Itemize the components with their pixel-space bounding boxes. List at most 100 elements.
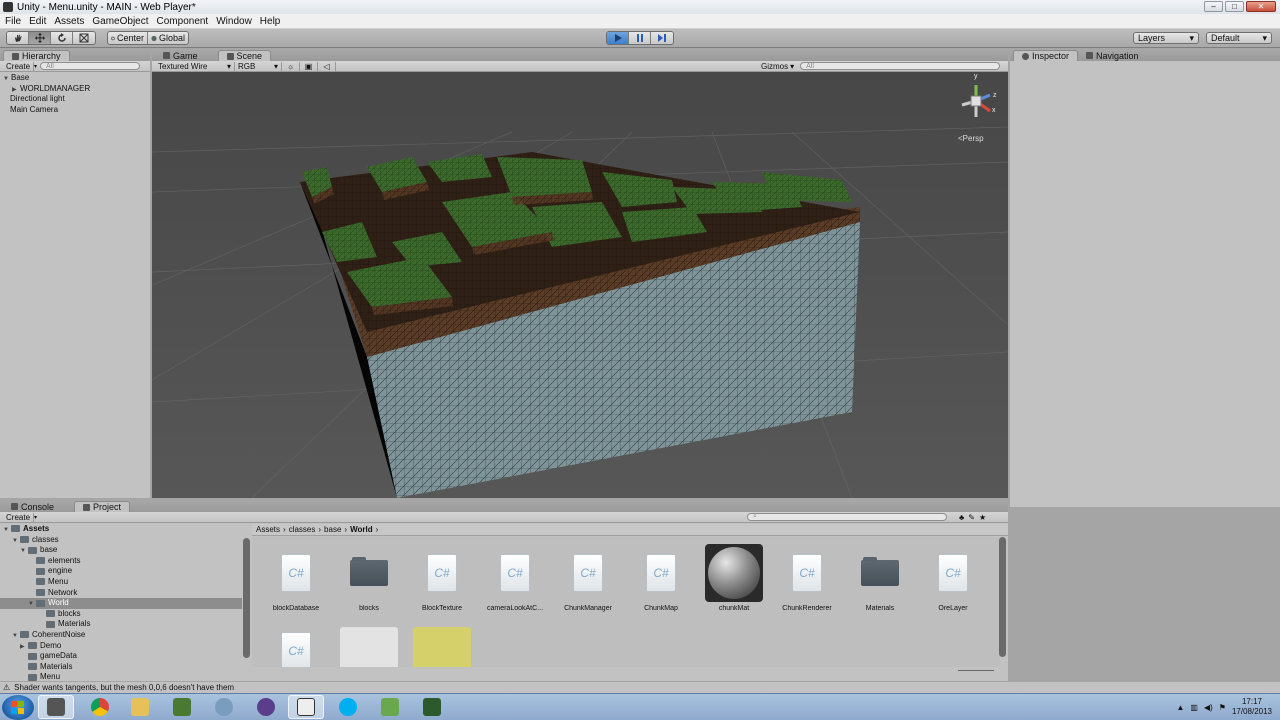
tree-item-materials-root[interactable]: Materials — [0, 662, 242, 673]
asset-item[interactable]: blocks — [332, 543, 406, 615]
filter-type-icon[interactable]: ♣ — [959, 513, 964, 522]
menu-file[interactable]: File — [5, 16, 21, 27]
hierarchy-item[interactable]: Main Camera — [0, 105, 150, 116]
asset-item[interactable]: C# ChunkMap — [624, 543, 698, 615]
menu-assets[interactable]: Assets — [54, 16, 84, 27]
breadcrumb-current[interactable]: World — [350, 525, 373, 534]
tree-item-coherentnoise[interactable]: ▼ CoherentNoise — [0, 630, 242, 641]
breadcrumb-item[interactable]: classes — [289, 525, 316, 534]
tree-item-blocks[interactable]: blocks — [0, 609, 242, 620]
asset-item[interactable]: Materials — [843, 543, 917, 615]
tree-item-engine[interactable]: engine — [0, 566, 242, 577]
hierarchy-item[interactable]: ▼ Base — [0, 73, 150, 84]
channel-dropdown[interactable]: RGB ▾ — [235, 61, 282, 71]
asset-item[interactable]: C# blockDatabase — [259, 543, 333, 615]
expand-arrow-icon[interactable]: ▼ — [28, 599, 36, 610]
tray-arrow-icon[interactable]: ▲ — [1176, 703, 1184, 712]
hierarchy-search-input[interactable]: All — [40, 62, 141, 70]
tree-item-demo[interactable]: ▶ Demo — [0, 641, 242, 652]
hierarchy-create-button[interactable]: Create — [3, 61, 35, 71]
tree-item-network[interactable]: Network — [0, 588, 242, 599]
taskbar-unity[interactable] — [288, 695, 324, 719]
rotate-tool-button[interactable] — [51, 32, 73, 44]
tree-item-elements[interactable]: elements — [0, 556, 242, 567]
tree-item-menu-root[interactable]: Menu — [0, 672, 242, 681]
pause-button[interactable] — [629, 32, 651, 44]
taskbar-app-active[interactable] — [38, 695, 74, 719]
taskbar-explorer[interactable] — [122, 695, 158, 719]
flag-icon[interactable]: ⚑ — [1219, 703, 1226, 712]
hierarchy-item[interactable]: Directional light — [0, 94, 150, 105]
hierarchy-item[interactable]: ▶ WORLDMANAGER — [0, 84, 150, 95]
tab-hierarchy[interactable]: Hierarchy — [3, 50, 70, 61]
volume-icon[interactable]: ◀) — [1204, 703, 1213, 712]
tab-game[interactable]: Game — [155, 50, 206, 61]
axis-gizmo[interactable] — [952, 75, 1004, 127]
asset-item[interactable]: C# cameraLookAtC... — [478, 543, 552, 615]
icon-size-slider[interactable] — [958, 670, 994, 674]
asset-item[interactable]: C# ChunkManager — [551, 543, 625, 615]
clock[interactable]: 17:17 17/08/2013 — [1232, 697, 1272, 717]
tree-item-materials[interactable]: Materials — [0, 619, 242, 630]
taskbar-csharp-ide[interactable] — [372, 695, 408, 719]
start-button[interactable] — [2, 695, 34, 720]
menu-window[interactable]: Window — [216, 16, 252, 27]
tree-scrollbar[interactable] — [243, 538, 250, 658]
asset-item[interactable]: chunkMat — [697, 543, 771, 615]
tree-item-classes[interactable]: ▼ classes — [0, 535, 242, 546]
asset-item[interactable] — [405, 621, 479, 667]
asset-scrollbar[interactable] — [999, 537, 1006, 657]
tree-item-menu[interactable]: Menu — [0, 577, 242, 588]
layers-dropdown[interactable]: Layers ▾ — [1133, 32, 1199, 44]
hand-tool-button[interactable] — [7, 32, 29, 44]
taskbar-app[interactable] — [206, 695, 242, 719]
close-button[interactable]: ✕ — [1246, 1, 1276, 12]
tree-item-base[interactable]: ▼ base — [0, 545, 242, 556]
scale-tool-button[interactable] — [73, 32, 95, 44]
breadcrumb-item[interactable]: Assets — [256, 525, 280, 534]
asset-item[interactable]: C# OreLayer — [916, 543, 990, 615]
filter-label-icon[interactable]: ✎ — [968, 513, 975, 522]
step-button[interactable] — [651, 32, 673, 44]
asset-item[interactable] — [332, 621, 406, 667]
menu-edit[interactable]: Edit — [29, 16, 46, 27]
perspective-label[interactable]: <Persp — [958, 134, 984, 143]
layout-dropdown[interactable]: Default ▾ — [1206, 32, 1272, 44]
menu-component[interactable]: Component — [157, 16, 209, 27]
move-tool-button[interactable] — [29, 32, 51, 44]
tree-item-world[interactable]: ▼ World — [0, 598, 242, 609]
maximize-button[interactable]: □ — [1225, 1, 1244, 12]
favorite-star-icon[interactable]: ★ — [979, 513, 986, 522]
tree-item-assets[interactable]: ▼ Assets — [0, 524, 242, 535]
asset-item[interactable]: C# BlockTexture — [405, 543, 479, 615]
expand-arrow-icon[interactable]: ▼ — [3, 525, 11, 536]
render-mode-dropdown[interactable]: Textured Wire ▾ — [155, 61, 235, 71]
project-create-button[interactable]: Create — [3, 512, 35, 522]
expand-arrow-icon[interactable]: ▼ — [3, 74, 11, 85]
scene-search-input[interactable]: All — [800, 62, 1001, 70]
lighting-toggle[interactable]: ☼ — [282, 61, 300, 71]
tab-scene[interactable]: Scene — [217, 50, 272, 61]
asset-item[interactable]: C# — [259, 621, 333, 667]
taskbar-app-terminal[interactable] — [414, 695, 450, 719]
network-icon[interactable]: ▥ — [1190, 703, 1198, 712]
expand-arrow-icon[interactable]: ▼ — [20, 546, 28, 557]
breadcrumb-item[interactable]: base — [324, 525, 341, 534]
pivot-global-toggle[interactable]: Global — [148, 32, 188, 44]
tab-project[interactable]: Project — [74, 501, 131, 512]
gizmos-dropdown[interactable]: Gizmos ▾ — [761, 62, 794, 71]
scene-viewport[interactable]: y z x <Persp — [152, 72, 1008, 498]
expand-arrow-icon[interactable]: ▼ — [12, 536, 20, 547]
minimize-button[interactable]: – — [1204, 1, 1223, 12]
tab-inspector[interactable]: Inspector — [1013, 50, 1079, 61]
taskbar-eclipse[interactable] — [248, 695, 284, 719]
asset-item[interactable]: C# ChunkRenderer — [770, 543, 844, 615]
taskbar-chrome[interactable] — [82, 695, 118, 719]
pivot-center-toggle[interactable]: Center — [108, 32, 148, 44]
tree-item-gamedata[interactable]: gameData — [0, 651, 242, 662]
status-message[interactable]: Shader wants tangents, but the mesh 0,0,… — [14, 683, 234, 692]
taskbar-skype[interactable] — [330, 695, 366, 719]
menu-gameobject[interactable]: GameObject — [92, 16, 148, 27]
tab-navigation[interactable]: Navigation — [1078, 50, 1147, 61]
expand-arrow-icon[interactable]: ▼ — [12, 631, 20, 642]
